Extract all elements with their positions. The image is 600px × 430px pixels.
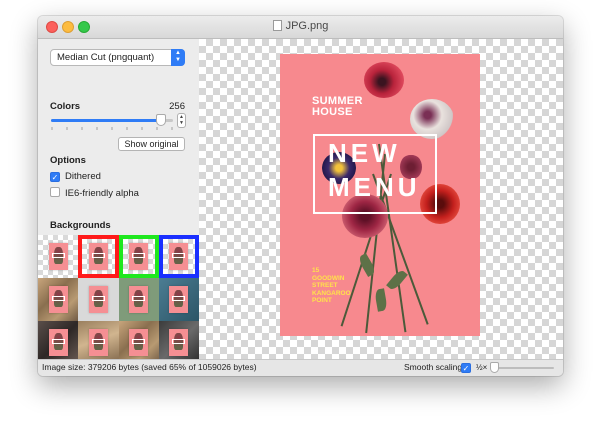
app-window: JPG.png Median Cut (pngquant) ▲ ▼ Colors … [38,16,563,376]
swatch-preview [129,329,149,356]
window-title-text: JPG.png [285,20,329,32]
background-swatch-red[interactable] [78,235,119,278]
colors-value: 256 [169,101,185,112]
ie6-alpha-label: IE6-friendly alpha [65,188,139,199]
background-swatch-texture-4[interactable] [118,321,159,364]
poster-image: SUMMER HOUSE NEW MENU 15 GOODWIN STREET … [280,54,480,336]
show-original-button[interactable]: Show original [118,137,185,151]
swatch-preview [48,286,68,313]
address-line: GOODWIN [312,274,345,282]
swatch-preview [169,286,189,313]
select-arrows-icon: ▲ ▼ [171,49,185,66]
poster-address: 15 GOODWIN STREET KANGAROO POINT [312,267,351,305]
swatch-preview [88,243,108,270]
colors-label: Colors [50,101,81,112]
poster-line-2: HOUSE [312,106,353,118]
swatch-preview [169,243,189,270]
sidebar: Median Cut (pngquant) ▲ ▼ Colors 256 ▲ ▼ S… [38,39,199,364]
colors-stepper[interactable]: ▲ ▼ [177,113,186,128]
status-bar: Image size: 379206 bytes (saved 65% of 1… [38,359,563,376]
poster-menu: MENU [328,172,421,202]
zoom-slider[interactable] [492,367,554,369]
poster-summer-house: SUMMER HOUSE [312,96,363,118]
dithered-option[interactable]: ✓ Dithered [50,171,101,182]
zoom-label: ½× [476,363,488,372]
options-label: Options [50,155,86,166]
algorithm-select-value: Median Cut (pngquant) [57,52,155,63]
swatch-preview [129,286,149,313]
background-swatch-texture-3[interactable] [78,321,119,364]
leaf-shape [386,268,408,292]
dithered-label: Dithered [65,171,101,182]
address-line: 15 [312,267,320,274]
background-swatch-texture-5[interactable] [158,321,199,364]
swatch-preview [129,243,149,270]
background-swatch-teal[interactable] [158,278,199,321]
swatch-preview [48,243,68,270]
swatch-preview [88,329,108,356]
backgrounds-grid [38,235,199,364]
address-line: POINT [312,297,332,304]
colors-slider-thumb[interactable] [155,114,166,126]
background-swatch-blue[interactable] [158,235,199,278]
poster-new: NEW [328,138,401,168]
swatch-preview [48,329,68,356]
ie6-alpha-option[interactable]: IE6-friendly alpha [50,187,139,199]
document-icon [272,20,282,31]
smooth-scaling-checkbox[interactable]: ✓ [461,363,471,373]
flower-shape [410,99,454,139]
leaf-shape [374,288,388,312]
backgrounds-label: Backgrounds [50,220,111,231]
background-swatch-green-texture[interactable] [118,278,159,321]
background-swatch-texture-2[interactable] [38,321,79,364]
image-size-status: Image size: 379206 bytes (saved 65% of 1… [42,362,257,372]
address-line: STREET [312,282,338,289]
colors-slider-ticks [51,127,173,130]
ie6-alpha-checkbox[interactable] [50,187,60,197]
window-title: JPG.png [38,20,563,32]
swatch-preview [88,286,108,313]
zoom-slider-thumb[interactable] [490,362,499,373]
background-swatch-checker[interactable] [38,235,79,278]
background-swatch-gray[interactable] [78,278,119,321]
smooth-scaling-label: Smooth scaling [404,362,463,372]
algorithm-select[interactable]: Median Cut (pngquant) ▲ ▼ [50,49,185,66]
colors-slider[interactable] [51,119,173,122]
swatch-preview [169,329,189,356]
flower-shape [364,62,404,98]
image-canvas[interactable]: SUMMER HOUSE NEW MENU 15 GOODWIN STREET … [199,39,563,360]
background-swatch-texture-1[interactable] [38,278,79,321]
dithered-checkbox[interactable]: ✓ [50,172,60,182]
colors-slider-fill [51,119,161,122]
titlebar: JPG.png [38,16,563,39]
background-swatch-green[interactable] [118,235,159,278]
address-line: KANGAROO [312,289,351,297]
